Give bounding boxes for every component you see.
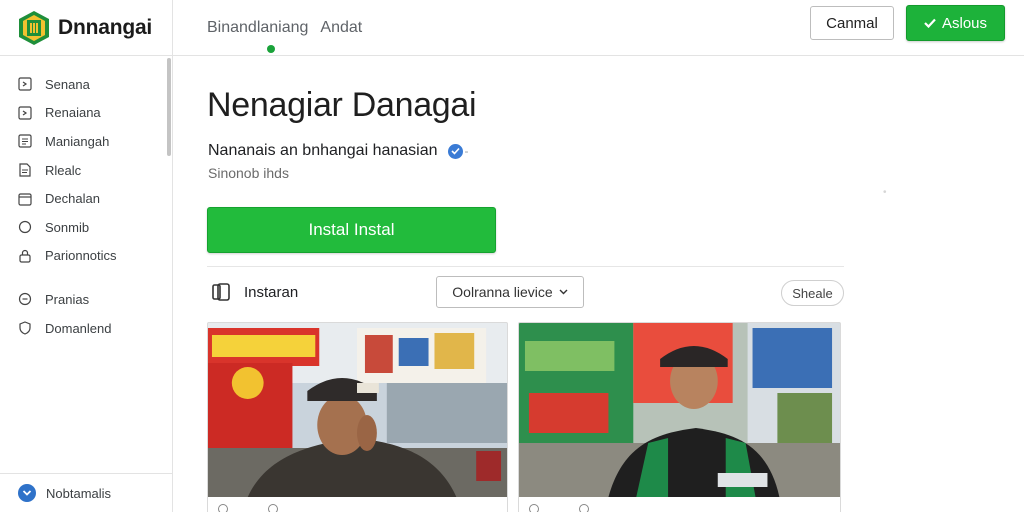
breadcrumb-item-2[interactable]: Andat [320,19,362,37]
device-select[interactable]: Oolranna lievice [436,276,584,308]
app-window: Dnnangai Binandlaniang Andat Canmal Aslo… [0,0,1024,512]
shield-icon [19,321,31,335]
sidebar-item-label: Domanlend [45,320,112,336]
verified-badge-icon [447,143,463,159]
screenshot-image [519,323,840,497]
brand-name: Dnnangai [58,16,153,39]
brand[interactable]: Dnnangai [0,0,173,56]
sidebar-item-pranias[interactable]: Pranias [18,285,117,314]
device-select-value: Oolranna lievice [452,284,553,300]
sidebar-item-label: Rlealc [45,162,82,178]
sidebar-item-domanlend[interactable]: Domanlend [18,314,117,343]
meta-text: Sinonob ihds [208,165,289,181]
caption-item [268,504,278,512]
square-arrow-icon [18,106,32,120]
sidebar-item-label: Dechalan [45,191,100,207]
section-divider [207,266,844,267]
device-frame-icon [212,283,230,301]
sidebar-item-dechalan[interactable]: Dechalan [18,184,117,213]
list-icon [18,134,32,149]
faint-mark: • [883,187,887,198]
screenshot-image [208,323,507,497]
sidebar-footer[interactable]: Nobtamalis [0,473,172,512]
sidebar-item-label: Maniangah [45,133,110,149]
sidebar-footer-label: Nobtamalis [46,485,112,501]
screenshot-caption [529,504,830,512]
radio-icon [218,504,228,512]
check-icon [924,18,936,28]
sidebar-item-label: Senana [45,76,90,92]
caption-item [529,504,539,512]
section-label: Instaran [244,284,299,301]
sidebar-item-maniangah[interactable]: Maniangah [18,127,117,156]
main-content: Nenagiar Danagai Nananais an bnhangai ha… [173,56,1024,512]
square-arrow-icon [18,77,32,91]
sidebar-item-parionnotics[interactable]: Parionnotics [18,242,117,271]
sidebar-item-label: Parionnotics [45,248,117,264]
sidebar-scrollbar[interactable] [167,58,171,156]
top-bar: Dnnangai Binandlaniang Andat Canmal Aslo… [0,0,1024,56]
subtitle-text: Nananais an bnhangai hanasian [208,142,438,159]
screenshot-card[interactable] [207,322,508,512]
screenshot-card[interactable] [518,322,841,512]
primary-action-button[interactable]: Aslous [906,5,1005,41]
radio-icon [529,504,539,512]
page-title: Nenagiar Danagai [207,86,477,124]
lock-icon [19,249,31,263]
sidebar-item-label: Pranias [45,291,90,307]
share-button[interactable]: Sheale [781,280,844,306]
radio-icon [268,504,278,512]
subtitle: Nananais an bnhangai hanasian - [208,142,469,160]
breadcrumb: Binandlaniang Andat [207,0,362,56]
brand-logo-icon [19,11,49,45]
sidebar: Senana Renaiana Maniangah Rlealc Dechala… [0,56,173,512]
screenshot-caption [218,504,497,512]
chevron-down-icon [559,289,568,295]
sidebar-item-sonmib[interactable]: Sonmib [18,213,117,242]
sidebar-item-label: Renaiana [45,105,101,121]
sidebar-item-senana[interactable]: Senana [18,70,117,99]
primary-action-label: Aslous [941,14,988,32]
chevron-down-circle-icon [18,484,36,502]
caption-item [218,504,228,512]
install-button[interactable]: Instal Instal [207,207,496,253]
sidebar-item-renaiana[interactable]: Renaiana [18,99,117,128]
sidebar-item-label: Sonmib [45,219,90,235]
calendar-icon [18,193,32,206]
radio-icon [579,504,589,512]
document-icon [19,163,31,177]
breadcrumb-item-1[interactable]: Binandlaniang [207,19,308,53]
screenshots-section-header: Instaran Oolranna lievice Sheale [207,276,844,312]
circle-minus-icon [18,293,32,306]
subtitle-suffix: - [464,144,469,158]
cancel-button[interactable]: Canmal [810,6,894,40]
sidebar-item-rlealc[interactable]: Rlealc [18,156,117,185]
sidebar-nav: Senana Renaiana Maniangah Rlealc Dechala… [18,70,117,342]
circle-icon [18,221,32,234]
caption-item [579,504,589,512]
sidebar-divider-gap [18,270,117,285]
